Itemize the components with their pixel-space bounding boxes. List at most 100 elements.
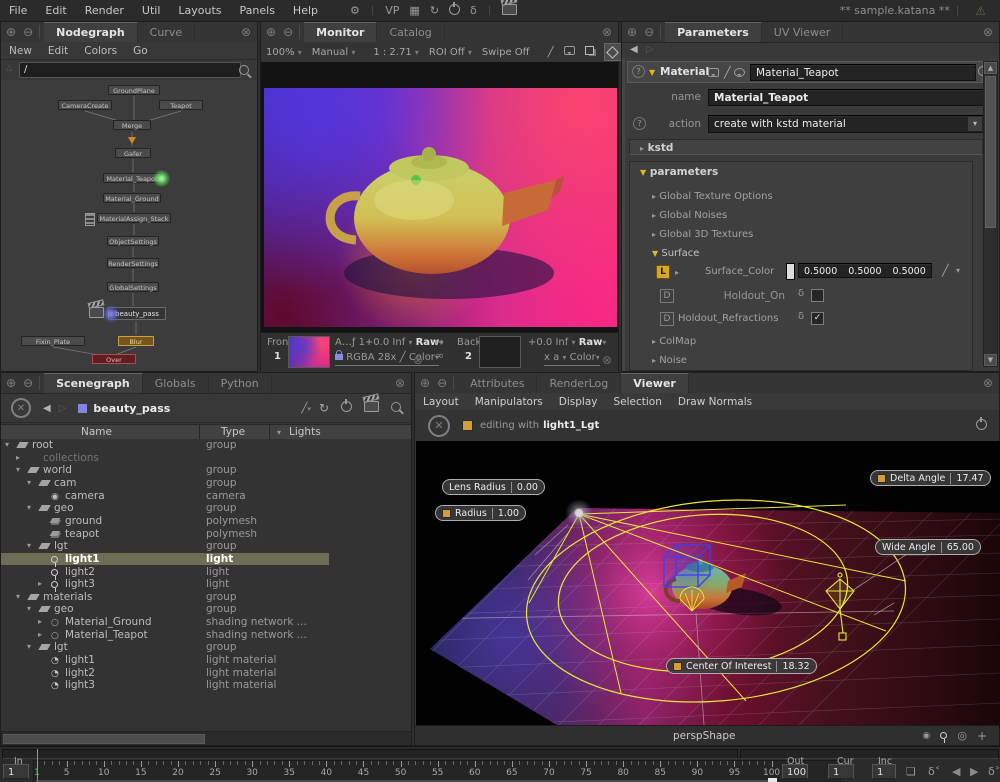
front-clear-icon[interactable]: ⊗ [413, 353, 423, 367]
sg-clapper-icon[interactable] [356, 401, 387, 415]
monitor-canvas[interactable] [261, 62, 618, 332]
row-name[interactable]: light2 [65, 566, 95, 579]
tab-viewer[interactable]: Viewer [621, 373, 689, 393]
film-icon[interactable]: ▦ [404, 4, 424, 17]
scenegraph-row-materials[interactable]: ▾materialsgroup [1, 591, 411, 604]
scenegraph-row-teapot[interactable]: teapotpolymesh [1, 528, 411, 541]
note-icon[interactable] [734, 68, 745, 80]
close-icon[interactable]: ⊗ [977, 25, 999, 39]
expander-icon[interactable]: ▾ [27, 477, 31, 490]
color-g-value[interactable]: 0.5000 [848, 264, 881, 277]
row-name[interactable]: light2 [65, 667, 95, 680]
node-Material_Ground[interactable]: Material_Ground [103, 193, 161, 203]
row-name[interactable]: light1 [65, 553, 100, 566]
column-name[interactable]: Name [81, 426, 112, 438]
expander-icon[interactable]: ▸ [38, 629, 42, 642]
frame-tick-label[interactable]: 40 [317, 768, 335, 778]
color-picker-pen-icon[interactable]: ╱ [942, 264, 949, 277]
scenegraph-row-collections[interactable]: ▸collections [1, 452, 411, 465]
pane-menu-icon[interactable]: ⊖ [278, 22, 295, 42]
vw-menu-selection[interactable]: Selection [606, 396, 670, 408]
node-expand-icon[interactable]: ▼ [649, 68, 655, 77]
menu-panels[interactable]: Panels [231, 4, 284, 17]
holdout-refractions-checkbox[interactable]: ✓ [811, 312, 824, 325]
render-clapper-icon[interactable] [497, 4, 522, 18]
next-key-icon[interactable]: δ˃ [988, 765, 1000, 778]
frame-tick-label[interactable]: 55 [429, 768, 447, 778]
annotate-pen-icon[interactable]: ╱ [543, 47, 559, 58]
tab-nodegraph[interactable]: Nodegraph [44, 22, 138, 42]
tab-renderlog[interactable]: RenderLog [537, 374, 621, 393]
group-global-texture-options[interactable]: ▸ Global Texture Options [652, 191, 773, 202]
row-name[interactable]: camera [65, 490, 105, 503]
color-b-value[interactable]: 0.5000 [893, 264, 926, 277]
row-name[interactable]: light3 [65, 578, 95, 591]
frame-tick-label[interactable]: 95 [725, 768, 743, 778]
scenegraph-hscrollbar[interactable] [1, 731, 411, 745]
tab-uv-viewer[interactable]: UV Viewer [762, 23, 843, 42]
step-forward-icon[interactable]: ▶ [970, 765, 978, 778]
row-name[interactable]: light3 [65, 679, 95, 692]
node-MaterialAssign_Stack[interactable]: MaterialAssign_Stack [97, 213, 171, 223]
scenegraph-row-geo[interactable]: ▾geogroup [1, 502, 411, 515]
column-lights[interactable]: Lights [289, 426, 321, 438]
action-dropdown[interactable]: create with kstd material ▾ [708, 115, 984, 133]
row-name[interactable]: Material_Ground [65, 616, 152, 629]
cur-field[interactable]: 1 [828, 764, 854, 779]
refresh-icon[interactable]: ↻ [425, 4, 444, 17]
scrollbar-thumb[interactable] [985, 76, 996, 228]
default-badge[interactable]: D [660, 289, 674, 303]
pill-lens-radius[interactable]: Lens Radius0.00 [442, 479, 545, 495]
scenegraph-row-cam[interactable]: ▾camgroup [1, 477, 411, 490]
pane-menu-icon[interactable]: ⊖ [18, 373, 35, 393]
row-name[interactable]: world [43, 464, 72, 477]
tab-catalog[interactable]: Catalog [377, 23, 444, 42]
look-through-icon[interactable]: ◎ [957, 729, 967, 742]
node-GlobalSettings[interactable]: GlobalSettings [107, 282, 159, 292]
menu-util[interactable]: Util [133, 4, 169, 17]
node-Over[interactable]: Over [92, 354, 136, 364]
roi-dropdown[interactable]: ROI Off ▾ [424, 47, 477, 58]
scenegraph-row-lgt[interactable]: ▾lgtgroup [1, 540, 411, 553]
sg-power-icon[interactable] [337, 401, 356, 415]
step-back-icon[interactable]: ◀ [952, 765, 960, 778]
link-views-icon[interactable]: ∞ [435, 349, 444, 362]
pane-add-icon[interactable]: ⊕ [415, 373, 432, 393]
row-name[interactable]: materials [43, 591, 92, 604]
group-noise[interactable]: ▸ Noise [652, 355, 687, 366]
tab-scenegraph[interactable]: Scenegraph [44, 373, 143, 393]
node-GroundPlane[interactable]: GroundPlane [108, 85, 160, 95]
nodegraph-canvas[interactable]: GroundPlaneCameraCreateTeapotMergeGaferM… [1, 80, 257, 371]
vp-label[interactable]: VP [380, 4, 404, 17]
menu-render[interactable]: Render [76, 4, 133, 17]
close-icon[interactable]: ⊗ [596, 25, 618, 39]
wrench-icon[interactable]: ╱ [724, 66, 731, 79]
expander-icon[interactable]: ▾ [27, 641, 31, 654]
pill-value[interactable]: 1.00 [492, 508, 519, 519]
frame-tick-label[interactable]: 15 [132, 768, 150, 778]
name-value-input[interactable]: Material_Teapot [708, 89, 984, 106]
group-global-noises[interactable]: ▸ Global Noises [652, 210, 727, 221]
color-options-dropdown[interactable]: ▾ [956, 266, 960, 275]
row-name[interactable]: cam [54, 477, 76, 490]
pill-wide-angle[interactable]: Wide Angle65.00 [875, 539, 981, 555]
camera-name-label[interactable]: perspShape [673, 730, 735, 742]
expander-icon[interactable]: ▸ [38, 578, 42, 591]
frame-tick-label[interactable]: 35 [280, 768, 298, 778]
expander-icon[interactable]: ▾ [27, 603, 31, 616]
row-name[interactable]: geo [54, 502, 74, 515]
scroll-up-icon[interactable]: ▲ [984, 62, 997, 74]
settings-gear-icon[interactable]: ⚙ [345, 4, 365, 17]
node-Blur[interactable]: Blur [118, 336, 154, 346]
node-path-input[interactable]: / [19, 62, 241, 78]
node-beauty_pass[interactable]: beauty_pass [108, 307, 166, 320]
ng-menu-edit[interactable]: Edit [40, 45, 76, 57]
prev-key-icon[interactable]: δ˂ [928, 765, 940, 778]
back-clear-icon[interactable]: ⊗ [602, 353, 612, 367]
surface-color-expand-icon[interactable]: ▸ [675, 268, 679, 277]
ng-menu-new[interactable]: New [1, 45, 40, 57]
action-dropdown-arrow[interactable]: ▾ [967, 117, 982, 131]
scenegraph-row-Material_Teapot[interactable]: ▸Material_Teapotshading network ... [1, 629, 411, 642]
vw-menu-display[interactable]: Display [551, 396, 606, 408]
menu-help[interactable]: Help [284, 4, 327, 17]
